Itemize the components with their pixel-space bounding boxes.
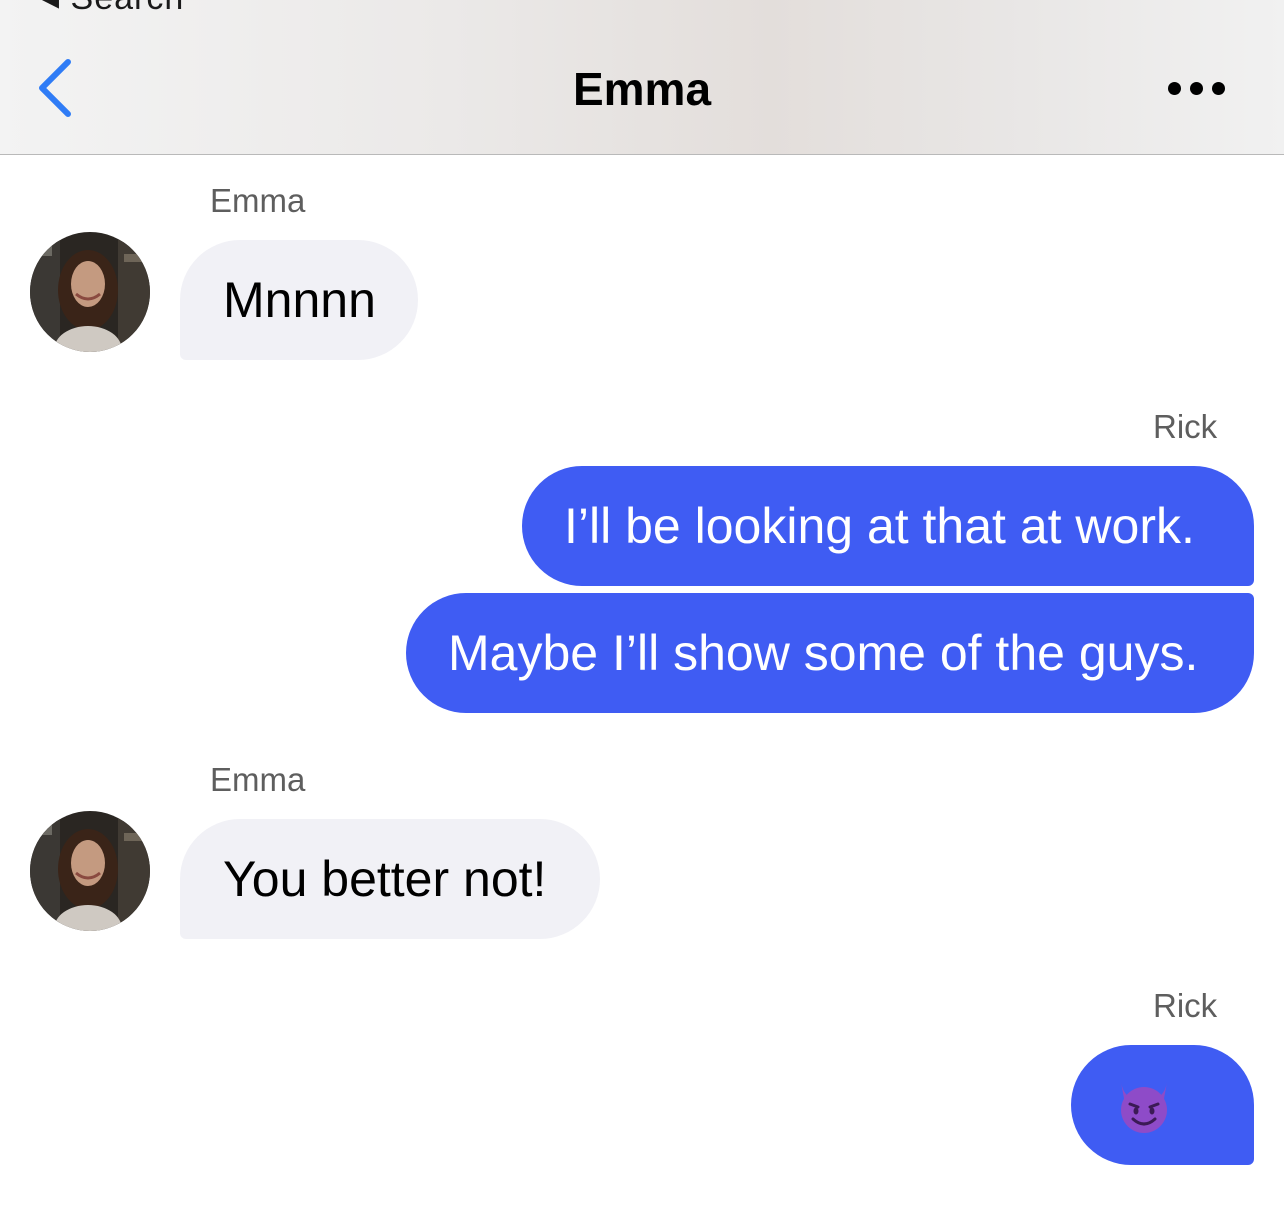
sender-name: Rick [1153,987,1218,1024]
sender-name: Emma [210,761,306,798]
message-text: Maybe I’ll show some of the guys. [448,625,1199,681]
sender-name: Rick [1153,408,1218,445]
message-text: You better not! [223,851,547,907]
navigation-bar: ◂ Search Emma [0,0,1284,155]
message-bubble-outgoing[interactable]: Maybe I’ll show some of the guys. [406,593,1254,713]
avatar[interactable] [30,811,150,931]
sender-name: Emma [210,182,306,219]
more-horizontal-icon[interactable] [1164,74,1230,104]
message-text: Mnnnn [223,272,376,328]
conversation-title: Emma [572,63,712,115]
avatar[interactable] [30,232,150,352]
smiling-devil-emoji [1121,1082,1167,1133]
back-to-search-link[interactable]: ◂ Search [42,0,184,18]
message-bubble-incoming[interactable]: You better not! [180,819,600,939]
message-bubble-outgoing[interactable] [1071,1045,1254,1165]
message-bubble-outgoing[interactable]: I’ll be looking at that at work. [522,466,1254,586]
message-bubble-incoming[interactable]: Mnnnn [180,240,418,360]
message-text: I’ll be looking at that at work. [564,498,1195,554]
